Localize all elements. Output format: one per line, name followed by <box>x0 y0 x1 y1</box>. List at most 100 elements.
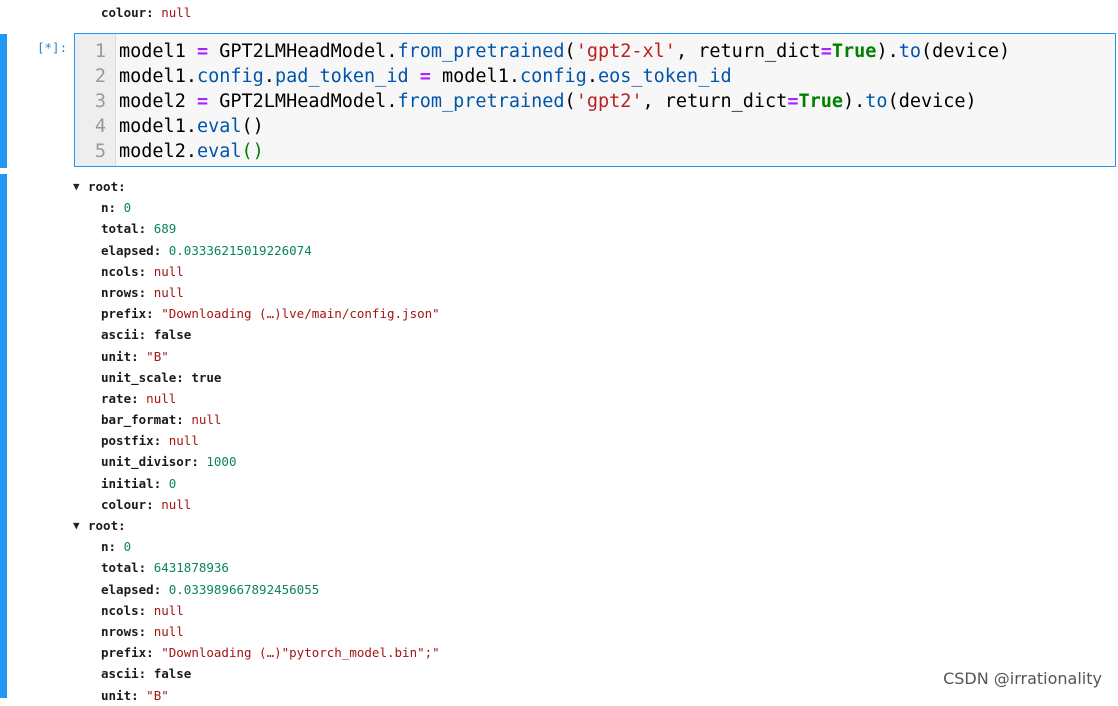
json-row-unit_divisor: unit_divisor: 1000 <box>0 451 1118 472</box>
code-token: ). <box>876 41 899 62</box>
code-line[interactable]: 2 model1.config.pad_token_id = model1.con… <box>75 64 1115 89</box>
code-line[interactable]: 1 model1 = GPT2LMHeadModel.from_pretraine… <box>75 39 1115 64</box>
json-key: unit_divisor <box>101 454 192 470</box>
json-pair: elapsed: 0.033989667892456055 <box>101 579 319 600</box>
code-lines[interactable]: 1 model1 = GPT2LMHeadModel.from_pretraine… <box>75 39 1115 164</box>
json-row-elapsed: elapsed: 0.033989667892456055 <box>0 579 1118 600</box>
json-value: "Downloading (…)"pytorch_model.bin";" <box>161 645 440 661</box>
code-token: = <box>419 66 431 87</box>
json-pair: total: 689 <box>101 218 176 239</box>
code-token: model2 <box>119 141 186 162</box>
json-value: null <box>153 263 184 279</box>
json-root-label: root: <box>88 179 126 194</box>
json-tree-root[interactable]: ▼ root: <box>0 176 1118 197</box>
code-token: to <box>865 91 888 112</box>
json-value: true <box>191 369 222 385</box>
json-pair: ascii: false <box>101 663 191 684</box>
json-key: rate <box>101 390 132 406</box>
json-key: ncols <box>101 602 139 618</box>
triangle-down-icon[interactable]: ▼ <box>73 515 80 536</box>
json-row-unit_scale: unit_scale: true <box>0 367 1118 388</box>
json-pair: colour: null <box>101 494 191 515</box>
json-colon: : <box>131 348 147 364</box>
json-key: total <box>101 221 139 237</box>
json-colon: : <box>138 284 154 300</box>
json-colon: : <box>176 369 192 385</box>
json-row-bar_format: bar_format: null <box>0 409 1118 430</box>
json-pair: prefix: "Downloading (…)"pytorch_model.b… <box>101 642 440 663</box>
line-number: 1 <box>94 41 106 62</box>
code-token: . <box>386 91 398 112</box>
json-pair: rate: null <box>101 388 176 409</box>
execution-prompt: [*]: <box>37 40 68 55</box>
code-token: GPT2LMHeadModel <box>208 41 387 62</box>
json-colon: : <box>153 581 169 597</box>
json-colon: : <box>138 560 154 576</box>
json-value: "Downloading (…)lve/main/config.json" <box>161 306 440 322</box>
json-key: nrows <box>101 623 139 639</box>
json-key: colour <box>101 5 147 20</box>
line-number: 3 <box>94 91 106 112</box>
json-value: 0.033989667892456055 <box>168 581 320 597</box>
code-token: True <box>798 91 844 112</box>
code-editor[interactable]: 1 model1 = GPT2LMHeadModel.from_pretraine… <box>74 33 1116 167</box>
json-value: null <box>153 602 184 618</box>
json-value: 0.03336215019226074 <box>168 242 312 258</box>
json-value: false <box>153 666 192 682</box>
json-value: null <box>153 284 184 300</box>
code-token: 'gpt2' <box>575 91 643 112</box>
json-tree-root[interactable]: ▼ root: <box>0 515 1118 536</box>
json-row-prefix: prefix: "Downloading (…)"pytorch_model.b… <box>0 642 1118 663</box>
code-token: = <box>820 41 832 62</box>
json-key: unit <box>101 348 132 364</box>
output-area: ▼ root: n: 0 total: 689 elapsed: 0.033362150… <box>0 176 1118 706</box>
json-root-label: root: <box>88 518 126 533</box>
json-pair: total: 6431878936 <box>101 557 229 578</box>
json-key: unit_scale <box>101 369 177 385</box>
code-text[interactable]: model1 = GPT2LMHeadModel.from_pretrained… <box>119 39 1010 64</box>
code-text[interactable]: model1.eval() <box>119 114 264 139</box>
json-colon: : <box>153 433 169 449</box>
json-pair: unit: "B" <box>101 346 169 367</box>
code-token: (device) <box>921 41 1011 62</box>
input-cell-active-bar[interactable] <box>0 34 7 168</box>
json-key: prefix <box>101 645 147 661</box>
json-value: "B" <box>146 348 169 364</box>
code-token: . <box>386 41 398 62</box>
code-token: True <box>831 41 877 62</box>
json-value: 0 <box>123 539 132 555</box>
json-pair: unit: "B" <box>101 685 169 706</box>
json-value: null <box>191 412 222 428</box>
code-text[interactable]: model2.eval() <box>119 139 264 164</box>
code-token: eval <box>196 116 242 137</box>
json-key: unit <box>101 687 132 703</box>
code-token: ). <box>843 91 866 112</box>
json-row-n: n: 0 <box>0 536 1118 557</box>
json-pair: n: 0 <box>101 536 131 557</box>
json-colon: : <box>146 645 162 661</box>
line-number: 2 <box>94 66 106 87</box>
code-token: eos_token_id <box>597 66 732 87</box>
json-row-ncols: ncols: null <box>0 600 1118 621</box>
json-row-prefix: prefix: "Downloading (…)lve/main/config.… <box>0 303 1118 324</box>
code-text[interactable]: model1.config.pad_token_id = model1.conf… <box>119 64 732 89</box>
code-token: () <box>241 116 264 137</box>
triangle-down-icon[interactable]: ▼ <box>73 176 80 197</box>
json-value: false <box>153 327 192 343</box>
code-token: 'gpt2-xl' <box>575 41 676 62</box>
json-row-total: total: 6431878936 <box>0 557 1118 578</box>
code-line[interactable]: 3 model2 = GPT2LMHeadModel.from_pretraine… <box>75 89 1115 114</box>
code-line[interactable]: 5 model2.eval() <box>75 139 1115 164</box>
json-key: n <box>101 200 109 216</box>
code-token: pad_token_id <box>274 66 409 87</box>
code-token: ( <box>564 91 576 112</box>
code-token: . <box>263 66 275 87</box>
json-value: null <box>161 496 192 512</box>
json-value: 0 <box>123 200 132 216</box>
code-line[interactable]: 4 model1.eval() <box>75 114 1115 139</box>
code-token: model1 <box>119 41 197 62</box>
code-token: model1 <box>119 66 186 87</box>
code-text[interactable]: model2 = GPT2LMHeadModel.from_pretrained… <box>119 89 977 114</box>
code-token: . <box>508 66 520 87</box>
